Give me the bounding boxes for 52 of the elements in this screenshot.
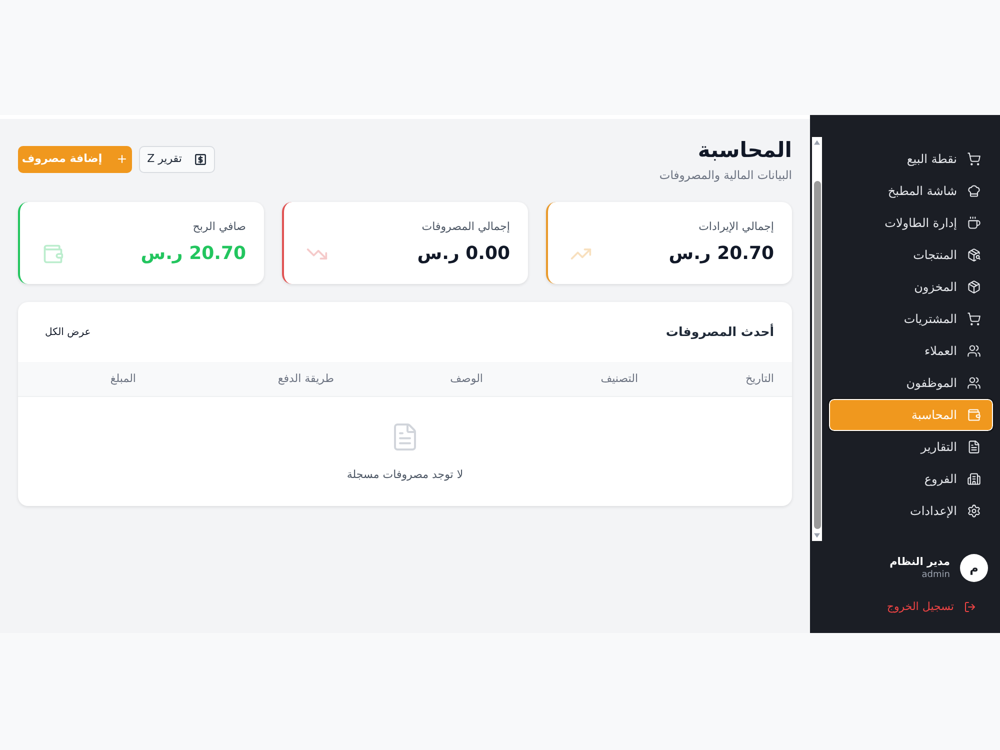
nav-item[interactable]: التقارير bbox=[829, 431, 993, 463]
box-search-icon bbox=[967, 248, 981, 262]
nav-item[interactable]: الفروع bbox=[829, 463, 993, 495]
building-icon bbox=[967, 472, 981, 486]
stat-value: 20.70 ر.س bbox=[668, 242, 774, 266]
scroll-up-icon[interactable] bbox=[814, 140, 820, 145]
user-name: مدير النظام bbox=[890, 555, 950, 569]
scrollbar[interactable] bbox=[812, 137, 822, 541]
empty-message: لا توجد مصروفات مسجلة bbox=[346, 467, 464, 483]
cup-icon bbox=[967, 216, 981, 230]
users-icon bbox=[967, 376, 981, 390]
cart-icon bbox=[967, 152, 981, 166]
nav-item[interactable]: إدارة الطاولات bbox=[829, 207, 993, 239]
column-header: الوصف bbox=[449, 370, 483, 387]
avatar: م bbox=[960, 554, 988, 582]
box-icon bbox=[967, 280, 981, 294]
wallet-icon bbox=[967, 408, 981, 422]
plus-icon bbox=[116, 153, 128, 165]
page-subtitle: البيانات المالية والمصروفات bbox=[659, 167, 792, 183]
view-all-link[interactable]: عرض الكل bbox=[36, 324, 100, 340]
wallet-icon bbox=[42, 243, 64, 265]
scrollbar-thumb[interactable] bbox=[814, 181, 820, 529]
page-title: المحاسبة bbox=[696, 137, 792, 164]
nav-item[interactable]: المنتجات bbox=[829, 239, 993, 271]
stat-label: إجمالي الإيرادات bbox=[698, 219, 774, 235]
chef-hat-icon bbox=[967, 184, 981, 198]
report-button[interactable]: تقرير Z bbox=[139, 146, 215, 172]
logout-icon bbox=[964, 601, 976, 614]
logout-button[interactable]: تسجيل الخروج bbox=[886, 599, 976, 616]
stat-label: صافي الربح bbox=[192, 219, 246, 235]
column-header: التصنيف bbox=[600, 370, 638, 387]
users-icon bbox=[967, 344, 981, 358]
nav-item[interactable]: العملاء bbox=[829, 335, 993, 367]
cart-icon bbox=[967, 312, 981, 326]
nav-item[interactable]: المشتريات bbox=[829, 303, 993, 335]
column-header: التاريخ bbox=[744, 370, 774, 387]
user-role: admin bbox=[920, 569, 950, 581]
nav-item[interactable]: نقطة البيع bbox=[829, 143, 993, 175]
nav-item[interactable]: الموظفون bbox=[829, 367, 993, 399]
section-title: أحدث المصروفات bbox=[666, 322, 774, 341]
stat-value: 0.00 ر.س bbox=[417, 242, 510, 266]
dollar-icon bbox=[194, 152, 207, 166]
stat-label: إجمالي المصروفات bbox=[420, 219, 510, 235]
stat-value: 20.70 ر.س bbox=[140, 242, 246, 266]
nav-item[interactable]: شاشة المطبخ bbox=[829, 175, 993, 207]
scroll-down-icon[interactable] bbox=[814, 533, 820, 538]
nav-item[interactable]: المخزون bbox=[829, 271, 993, 303]
document-icon bbox=[967, 440, 981, 454]
column-header: المبلغ bbox=[109, 370, 136, 387]
nav-item[interactable]: الإعدادات bbox=[829, 495, 993, 527]
settings-icon bbox=[967, 504, 981, 518]
column-header: طريقة الدفع bbox=[276, 370, 334, 387]
